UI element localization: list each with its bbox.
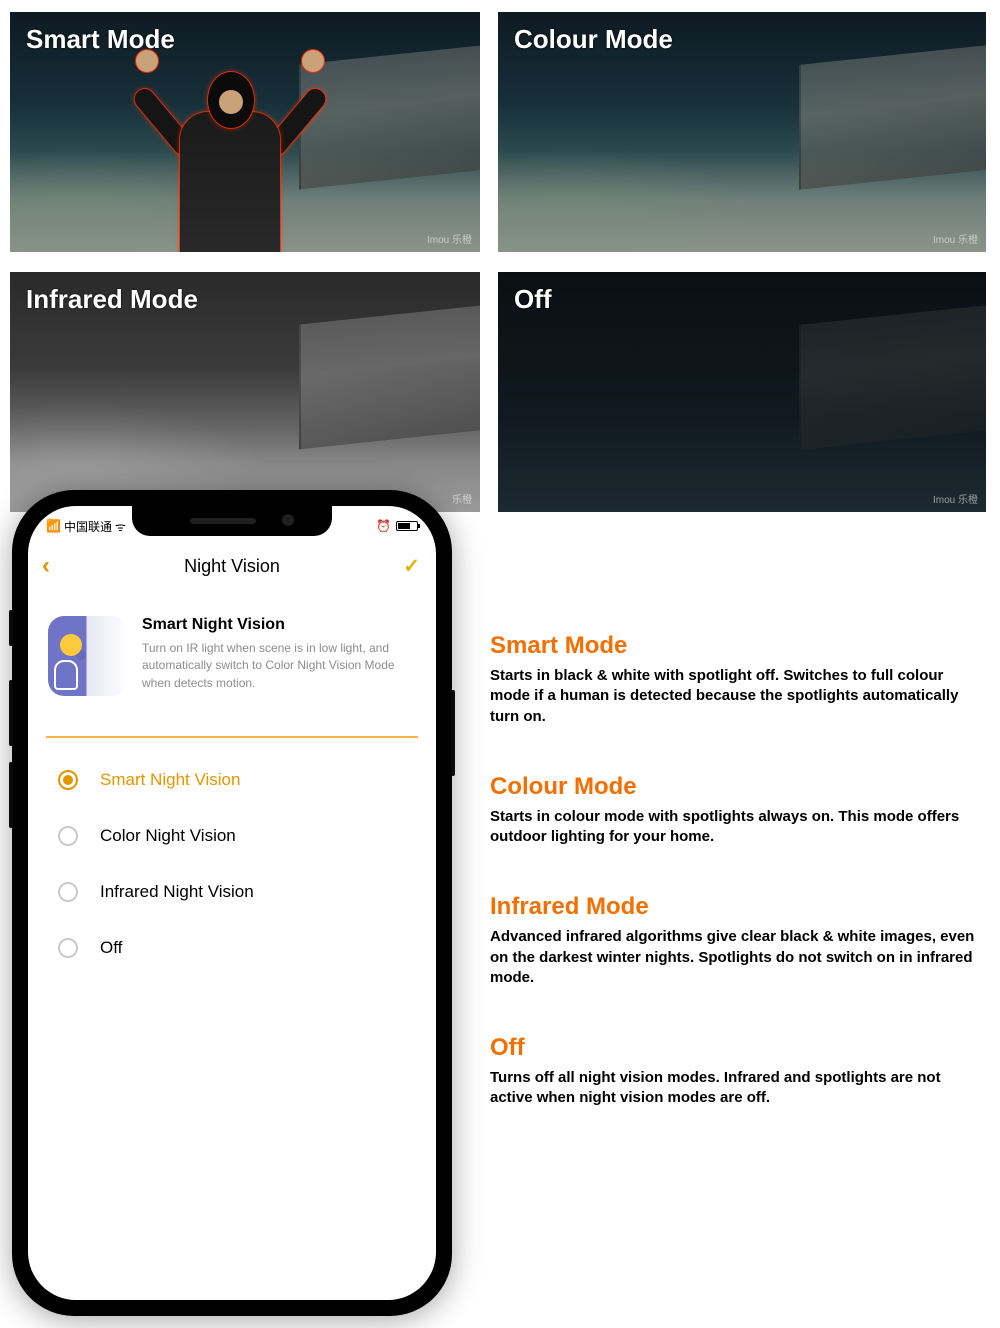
battery-icon — [396, 521, 418, 531]
watermark: Imou 乐橙 — [933, 231, 978, 246]
option-color-night-vision[interactable]: Color Night Vision — [28, 808, 436, 864]
phone-side-button — [9, 762, 13, 828]
cam-label: Smart Mode — [26, 24, 175, 55]
desc-colour-mode: Colour Mode Starts in colour mode with s… — [490, 773, 984, 848]
phone-side-button — [451, 690, 455, 776]
signal-icon: 📶 — [46, 519, 61, 533]
cam-label: Off — [514, 284, 552, 315]
option-label: Infrared Night Vision — [100, 882, 254, 902]
watermark: 乐橙 — [452, 491, 472, 506]
desc-off: Off Turns off all night vision modes. In… — [490, 1034, 984, 1109]
radio-icon — [58, 938, 78, 958]
divider — [46, 736, 418, 738]
phone-side-button — [9, 610, 13, 646]
phone-frame: 📶 中国联通 ᯤ ⏰ ‹ Night Vision ✓ Smart Night … — [12, 490, 452, 1316]
desc-title: Colour Mode — [490, 773, 984, 801]
radio-icon — [58, 826, 78, 846]
desc-body: Starts in black & white with spotlight o… — [490, 666, 984, 727]
confirm-button[interactable]: ✓ — [403, 554, 420, 579]
night-vision-icon — [48, 616, 128, 696]
page-title: Night Vision — [184, 556, 280, 577]
desc-body: Advanced infrared algorithms give clear … — [490, 927, 984, 988]
intruder-outline — [140, 52, 320, 252]
feature-title: Smart Night Vision — [142, 616, 416, 634]
radio-icon — [58, 770, 78, 790]
option-off[interactable]: Off — [28, 920, 436, 976]
option-label: Smart Night Vision — [100, 770, 240, 790]
nav-bar: ‹ Night Vision ✓ — [28, 544, 436, 588]
option-label: Color Night Vision — [100, 826, 236, 846]
wifi-icon: ᯤ — [115, 518, 126, 535]
option-infrared-night-vision[interactable]: Infrared Night Vision — [28, 864, 436, 920]
cam-label: Colour Mode — [514, 24, 673, 55]
desc-title: Infrared Mode — [490, 893, 984, 921]
phone-side-button — [9, 680, 13, 746]
phone-screen: 📶 中国联通 ᯤ ⏰ ‹ Night Vision ✓ Smart Night … — [28, 506, 436, 1300]
carrier-label: 中国联通 — [64, 518, 112, 535]
option-label: Off — [100, 938, 122, 958]
desc-title: Smart Mode — [490, 632, 984, 660]
feature-desc: Turn on IR light when scene is in low li… — [142, 640, 416, 692]
options-list: Smart Night Vision Color Night Vision In… — [28, 752, 436, 976]
desc-body: Turns off all night vision modes. Infrar… — [490, 1068, 984, 1109]
feature-card: Smart Night Vision Turn on IR light when… — [48, 616, 416, 696]
option-smart-night-vision[interactable]: Smart Night Vision — [28, 752, 436, 808]
phone-notch — [132, 506, 332, 536]
back-button[interactable]: ‹ — [42, 552, 50, 580]
watermark: Imou 乐橙 — [933, 491, 978, 506]
radio-icon — [58, 882, 78, 902]
desc-body: Starts in colour mode with spotlights al… — [490, 807, 984, 848]
desc-infrared-mode: Infrared Mode Advanced infrared algorith… — [490, 893, 984, 988]
descriptions-column: Smart Mode Starts in black & white with … — [490, 632, 984, 1155]
desc-smart-mode: Smart Mode Starts in black & white with … — [490, 632, 984, 727]
watermark: Imou 乐橙 — [427, 231, 472, 246]
desc-title: Off — [490, 1034, 984, 1062]
cam-infrared-mode: Infrared Mode 乐橙 — [10, 272, 480, 512]
cam-off-mode: Off Imou 乐橙 — [498, 272, 986, 512]
cam-colour-mode: Colour Mode Imou 乐橙 — [498, 12, 986, 252]
cam-smart-mode: Smart Mode Imou 乐橙 — [10, 12, 480, 252]
alarm-icon: ⏰ — [376, 519, 391, 533]
cam-label: Infrared Mode — [26, 284, 198, 315]
